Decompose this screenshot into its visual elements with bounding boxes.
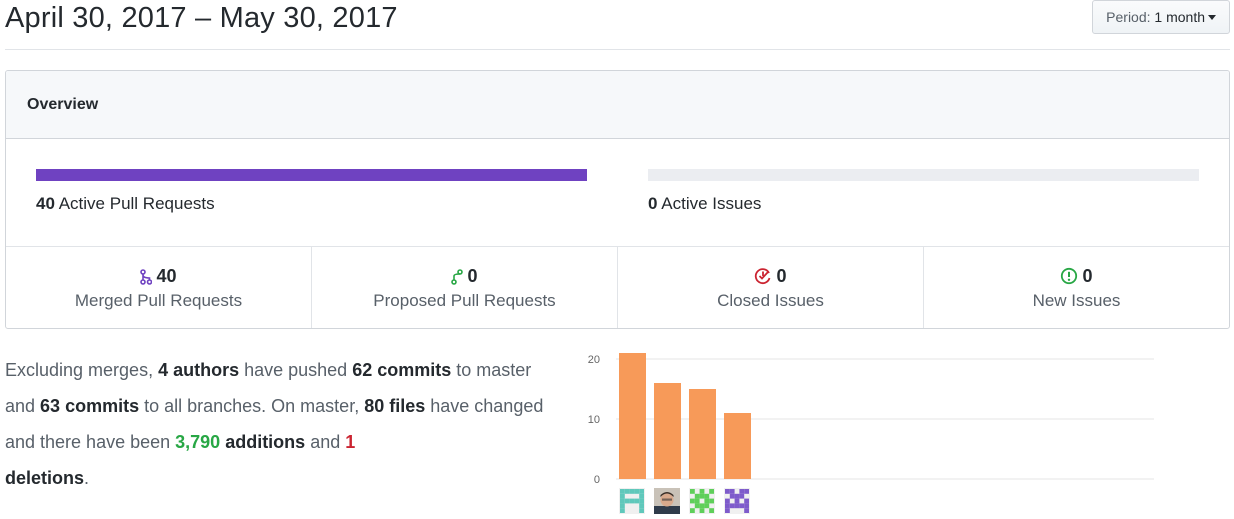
page-title: April 30, 2017 – May 30, 2017 (5, 2, 398, 34)
deletions-label: deletions (5, 468, 85, 488)
y-axis-tick-label: 0 (594, 474, 600, 486)
commit-bar-3[interactable] (689, 389, 716, 479)
caret-down-icon (1208, 14, 1216, 20)
summary-text: and (305, 432, 346, 452)
git-pull-request-icon (451, 269, 464, 285)
pull-requests-progress-bar (36, 169, 587, 181)
author-avatar-1[interactable] (619, 488, 645, 514)
authors-count-link[interactable]: 4 authors (158, 360, 239, 380)
issue-opened-icon (1061, 267, 1078, 285)
stat-proposed-pull-requests[interactable]: 0 Proposed Pull Requests (312, 247, 618, 328)
y-axis-tick-label: 20 (588, 354, 600, 366)
author-avatar-4[interactable] (724, 488, 750, 514)
summary-text: have pushed (239, 360, 353, 380)
additions-label: additions (220, 432, 306, 452)
closed-issues-value: 0 (776, 266, 787, 286)
active-issues-label[interactable]: 0 Active Issues (648, 194, 761, 214)
summary-text: to all branches. On master, (139, 396, 365, 416)
active-pull-requests-label[interactable]: 40 Active Pull Requests (36, 194, 215, 214)
closed-issues-label: Closed Issues (717, 291, 824, 310)
period-select-button[interactable]: Period: 1 month (1092, 0, 1230, 34)
pull-requests-progress-fill (36, 169, 587, 181)
active-issues-count: 0 (648, 194, 658, 213)
files-changed-count: 80 files (364, 396, 426, 416)
active-pull-requests-text: Active Pull Requests (58, 194, 215, 213)
merged-pull-requests-value: 40 (156, 266, 177, 286)
proposed-pull-requests-label: Proposed Pull Requests (373, 291, 556, 310)
new-issues-value: 0 (1082, 266, 1093, 286)
deletions-count: 1 (345, 432, 356, 452)
period-label: Period: (1106, 9, 1151, 25)
proposed-pull-requests-value: 0 (467, 266, 478, 286)
author-avatar-3[interactable] (689, 488, 715, 514)
period-value: 1 month (1154, 9, 1205, 25)
stat-closed-issues[interactable]: 0 Closed Issues (618, 247, 924, 328)
issues-progress-bar (648, 169, 1199, 181)
overview-header: Overview (6, 71, 1229, 139)
commits-all-link[interactable]: 63 commits (40, 396, 139, 416)
merged-pull-requests-label: Merged Pull Requests (74, 291, 243, 310)
stat-new-issues[interactable]: 0 New Issues (924, 247, 1229, 328)
active-pull-requests-count: 40 (36, 194, 55, 213)
additions-count: 3,790 (175, 432, 221, 452)
summary-text: Excluding merges, (5, 360, 159, 380)
issue-closed-icon (755, 268, 771, 285)
overview-stats: 40 Merged Pull Requests 0 Proposed Pull … (6, 247, 1229, 328)
stat-merged-pull-requests[interactable]: 40 Merged Pull Requests (6, 247, 312, 328)
new-issues-label: New Issues (1032, 291, 1121, 310)
overview-title: Overview (27, 96, 99, 113)
y-axis-tick-label: 10 (588, 414, 600, 426)
commit-bar-4[interactable] (724, 413, 751, 479)
commit-summary: Excluding merges, 4 authors have pushed … (5, 352, 545, 496)
summary-text: . (84, 468, 90, 488)
commits-master-link[interactable]: 62 commits (352, 360, 451, 380)
author-avatar-2[interactable] (654, 488, 680, 514)
page-header: April 30, 2017 – May 30, 2017 Period: 1 … (5, 0, 1230, 50)
overview-box: Overview 40 Active Pull Requests 0 Activ… (5, 70, 1230, 329)
commit-bar-2[interactable] (654, 383, 681, 479)
activity-bars: 40 Active Pull Requests 0 Active Issues (6, 139, 1229, 247)
commit-bar-1[interactable] (619, 353, 646, 479)
git-merge-icon (140, 269, 153, 285)
active-issues-text: Active Issues (661, 194, 762, 213)
